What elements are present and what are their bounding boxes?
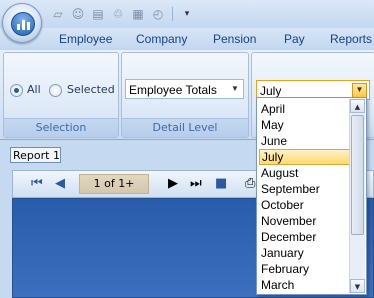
customize-toolbar-icon[interactable]: ▾ <box>179 6 195 22</box>
separator <box>172 7 173 21</box>
ribbon-tabs: Employee Company Pension Pay Reports <box>0 28 374 50</box>
application-menu-button[interactable] <box>2 3 42 43</box>
month-combo-value: July <box>260 84 282 98</box>
scrollbar-thumb[interactable] <box>351 115 364 235</box>
document-icon[interactable]: ▤ <box>90 6 106 22</box>
clock-icon[interactable]: ◴ <box>150 6 166 22</box>
selected-radio-label[interactable]: Selected <box>67 83 115 96</box>
report-tab[interactable]: Report 1 <box>10 147 61 163</box>
detail-level-group-label: Detail Level <box>122 118 248 137</box>
month-option-july[interactable]: July <box>259 149 351 165</box>
scroll-up-icon[interactable]: ▲ <box>350 99 365 113</box>
calculator-icon[interactable]: ▦ <box>130 6 146 22</box>
all-radio-label[interactable]: All <box>27 83 41 96</box>
month-option-november[interactable]: November <box>259 213 351 229</box>
detail-level-value: Employee Totals <box>129 83 217 97</box>
print-icon[interactable]: ⎙ <box>245 176 255 192</box>
detail-level-combo[interactable]: Employee Totals ▼ <box>125 79 244 99</box>
all-radio[interactable] <box>10 84 23 97</box>
folder-icon[interactable]: ▱ <box>50 6 66 22</box>
chevron-down-icon[interactable]: ▼ <box>229 83 241 95</box>
dropdown-scrollbar[interactable]: ▲ ▼ <box>349 99 365 293</box>
page-indicator: 1 of 1+ <box>79 174 149 194</box>
selected-radio[interactable] <box>49 84 62 97</box>
tab-employee[interactable]: Employee <box>59 32 112 46</box>
month-option-october[interactable]: October <box>259 197 351 213</box>
month-option-january[interactable]: January <box>259 245 351 261</box>
month-option-august[interactable]: August <box>259 165 351 181</box>
scroll-down-icon[interactable]: ▼ <box>350 279 365 293</box>
employees-icon[interactable]: ☺ <box>70 6 86 22</box>
bar-chart-icon <box>11 12 35 36</box>
tab-company[interactable]: Company <box>136 32 187 46</box>
month-option-june[interactable]: June <box>259 133 351 149</box>
detail-level-group: Employee Totals ▼ Detail Level <box>121 52 249 138</box>
selection-group: All Selected Selection <box>3 52 119 138</box>
tab-pay[interactable]: Pay <box>284 32 305 46</box>
quick-access-toolbar: ▱ ☺ ▤ ♲ ▦ ◴ ▾ <box>0 0 374 43</box>
stop-icon[interactable]: ■ <box>215 176 227 192</box>
selection-group-label: Selection <box>4 118 118 137</box>
previous-page-icon[interactable]: ◀ <box>55 176 65 192</box>
last-page-icon[interactable]: ⏭ <box>190 176 202 192</box>
tab-reports[interactable]: Reports <box>330 32 372 46</box>
next-page-icon[interactable]: ▶ <box>168 176 178 192</box>
month-option-may[interactable]: May <box>259 117 351 133</box>
tab-pension[interactable]: Pension <box>213 32 256 46</box>
month-option-december[interactable]: December <box>259 229 351 245</box>
month-option-march[interactable]: March <box>259 277 351 293</box>
month-option-september[interactable]: September <box>259 181 351 197</box>
month-dropdown-list: April May June July August September Oct… <box>256 97 367 295</box>
month-option-april[interactable]: April <box>259 101 351 117</box>
first-page-icon[interactable]: ⏮ <box>31 176 43 192</box>
month-option-february[interactable]: February <box>259 261 351 277</box>
recycle-icon[interactable]: ♲ <box>110 6 126 22</box>
